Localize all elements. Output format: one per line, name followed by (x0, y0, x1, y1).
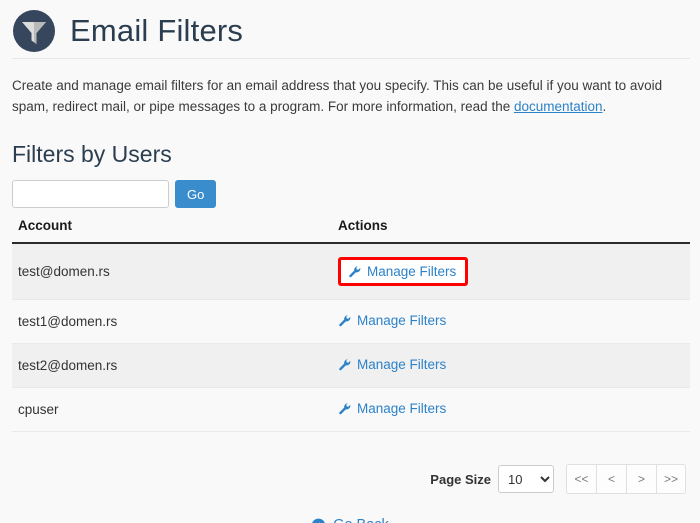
pager-first-button[interactable]: << (566, 464, 596, 494)
manage-filters-link[interactable]: Manage Filters (338, 401, 446, 416)
actions-cell: Manage Filters (332, 343, 690, 388)
manage-filters-label: Manage Filters (357, 313, 447, 328)
account-cell: cpuser (12, 387, 332, 432)
manage-filters-label: Manage Filters (357, 357, 447, 372)
pager-last-button[interactable]: >> (656, 464, 686, 494)
page-footer: Go Back (0, 517, 700, 523)
highlight-annotation: Manage Filters (338, 257, 469, 286)
table-header-row: Account Actions (12, 218, 690, 244)
page-header: Email Filters (0, 0, 700, 54)
manage-filters-link[interactable]: Manage Filters (338, 313, 446, 328)
page-size-select[interactable]: 10 20 50 100 (498, 465, 554, 493)
table-row: test@domen.rs Manage Filters (12, 243, 690, 300)
manage-filters-link[interactable]: Manage Filters (348, 264, 456, 279)
table-row: test2@domen.rs Manage Filters (12, 343, 690, 388)
page-description: Create and manage email filters for an e… (12, 75, 684, 117)
wrench-icon (338, 358, 351, 371)
pagination-controls: Page Size 10 20 50 100 << < > >> (0, 464, 686, 494)
page-size-label: Page Size (430, 471, 491, 487)
filters-table: Account Actions test@domen.rs Manage Fil… (12, 218, 690, 450)
header-divider (12, 58, 690, 59)
wrench-icon (338, 402, 351, 415)
table-footer-cell-left (12, 431, 332, 450)
pager-next-button[interactable]: > (626, 464, 656, 494)
account-cell: test@domen.rs (12, 243, 332, 300)
column-header-actions: Actions (332, 218, 690, 244)
description-text-after: . (602, 99, 607, 114)
actions-cell: Manage Filters (332, 243, 690, 300)
page-title: Email Filters (70, 13, 244, 48)
search-go-button[interactable]: Go (175, 180, 217, 208)
wrench-icon (348, 265, 361, 278)
column-header-account: Account (12, 218, 332, 244)
table-row: cpuser Manage Filters (12, 387, 690, 432)
wrench-icon (338, 314, 351, 327)
documentation-link[interactable]: documentation (514, 99, 603, 114)
table-row: test1@domen.rs Manage Filters (12, 299, 690, 344)
go-back-link[interactable]: Go Back (311, 517, 389, 523)
arrow-left-circle-icon (311, 518, 326, 523)
search-input[interactable] (12, 180, 169, 208)
pager-prev-button[interactable]: < (596, 464, 626, 494)
actions-cell: Manage Filters (332, 387, 690, 432)
table-footer-cell-right (332, 431, 690, 450)
manage-filters-label: Manage Filters (357, 401, 447, 416)
account-cell: test1@domen.rs (12, 299, 332, 344)
manage-filters-link[interactable]: Manage Filters (338, 357, 446, 372)
pager-button-group: << < > >> (566, 464, 686, 494)
funnel-icon (12, 9, 56, 53)
email-filters-page: Email Filters Create and manage email fi… (0, 0, 700, 523)
table-footer-row (12, 431, 690, 450)
section-title: Filters by Users (12, 141, 172, 167)
search-row: Go (12, 180, 700, 208)
actions-cell: Manage Filters (332, 299, 690, 344)
account-cell: test2@domen.rs (12, 343, 332, 388)
go-back-label: Go Back (333, 517, 389, 523)
manage-filters-label: Manage Filters (367, 264, 457, 279)
